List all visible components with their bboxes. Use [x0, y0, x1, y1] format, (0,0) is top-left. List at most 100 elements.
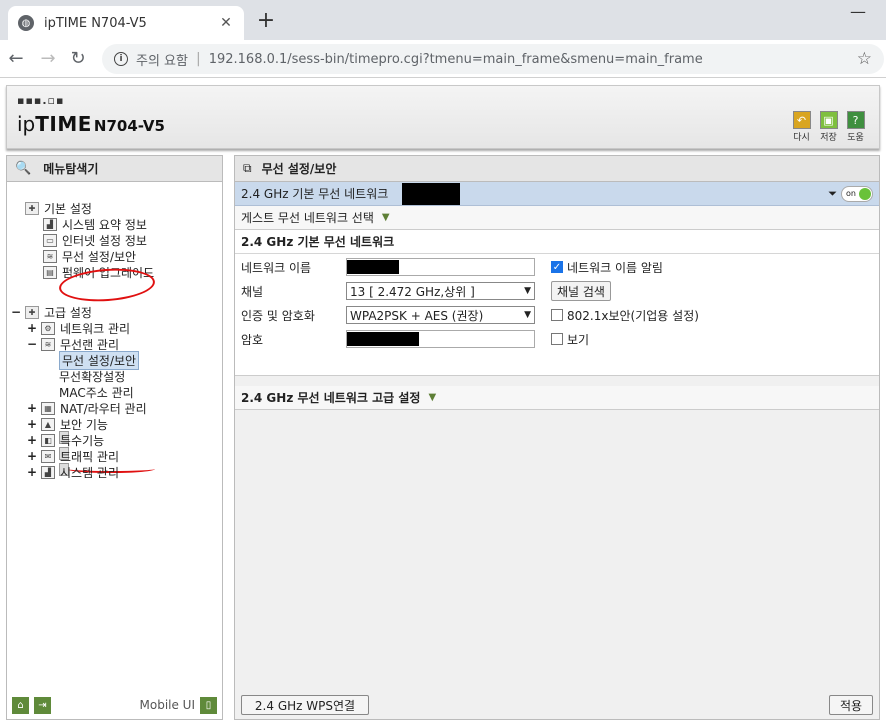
expand-icon[interactable]: + — [27, 433, 37, 447]
omnibox[interactable]: i 주의 요함 | 192.168.0.1/sess-bin/timepro.c… — [102, 44, 884, 74]
expand-icon[interactable]: + — [27, 417, 37, 431]
tree-label: 인터넷 설정 정보 — [62, 233, 147, 248]
channel-search-button[interactable]: 채널 검색 — [551, 281, 611, 301]
security-warning[interactable]: 주의 요함 — [136, 50, 188, 69]
row-auth: 인증 및 암호화 WPA2PSK + AES (권장) ▼ 802.1x보안(기… — [241, 304, 871, 326]
broadcast-checkbox[interactable]: ✓ 네트워크 이름 알림 — [551, 259, 663, 276]
tree-traffic[interactable]: + ✉ 트래픽 관리 — [27, 448, 119, 464]
guest-label: 게스트 무선 네트워크 선택 — [241, 211, 374, 225]
tree-advanced-settings[interactable]: − ✚ 고급 설정 — [11, 304, 92, 320]
network-bar-label: 2.4 GHz 기본 무선 네트워크 — [241, 187, 389, 201]
password-input[interactable] — [346, 330, 535, 348]
expand-icon[interactable]: + — [27, 465, 37, 479]
traffic-icon: ✉ — [41, 449, 55, 463]
undo-label: 다시 — [793, 133, 810, 143]
show-password-checkbox[interactable]: 보기 — [551, 331, 589, 348]
tree-special[interactable]: + ◧ 특수기능 — [27, 432, 104, 448]
collapse-icon[interactable]: − — [11, 305, 21, 319]
expand-triangle-icon[interactable]: ▼ — [382, 212, 390, 223]
channel-select[interactable]: 13 [ 2.472 GHz,상위 ] ▼ — [346, 282, 535, 300]
section-basic-heading: 2.4 GHz 기본 무선 네트워크 — [235, 230, 879, 254]
tree-wireless-extension[interactable]: 무선확장설정 — [59, 368, 125, 460]
firmware-icon: ▤ — [43, 265, 57, 279]
search-icon: 🔍 — [15, 161, 32, 176]
logo-dots: ▪▪▪.▫▪ — [17, 94, 65, 107]
menu-explorer-title: 메뉴탐색기 — [43, 162, 99, 176]
minimize-button[interactable]: — — [850, 2, 866, 21]
sidebar-footer: ⌂ ⇥ Mobile UI ▯ — [7, 691, 222, 719]
guest-network-select[interactable]: 게스트 무선 네트워크 선택 ▼ — [235, 206, 879, 230]
chevron-down-icon: ▼ — [524, 310, 531, 320]
tree-wireless-security[interactable]: 무선 설정/보안 — [59, 350, 140, 444]
new-tab-button[interactable]: + — [255, 8, 277, 33]
advanced-label: 2.4 GHz 무선 네트워크 고급 설정 — [241, 391, 421, 405]
tree-wireless-basic[interactable]: ≋ 무선 설정/보안 — [43, 248, 136, 264]
tree-label: 시스템 요약 정보 — [62, 217, 147, 232]
on-switch[interactable]: on — [841, 185, 873, 202]
tree-label: 기본 설정 — [44, 201, 92, 216]
network-bar[interactable]: 2.4 GHz 기본 무선 네트워크 ⏷ on — [235, 182, 879, 206]
bookmark-star-icon[interactable]: ☆ — [857, 49, 872, 69]
expand-icon[interactable]: + — [27, 449, 37, 463]
info-icon[interactable]: i — [114, 52, 128, 66]
checkbox-unchecked[interactable] — [551, 333, 563, 345]
back-button[interactable]: ← — [6, 48, 26, 69]
mobile-ui-label[interactable]: Mobile UI — [140, 698, 196, 712]
close-icon[interactable]: ✕ — [218, 15, 234, 31]
tree-basic-settings[interactable]: ✚ 기본 설정 — [25, 200, 92, 216]
broadcast-label: 네트워크 이름 알림 — [567, 260, 663, 275]
enterprise-checkbox[interactable]: 802.1x보안(기업용 설정) — [551, 307, 699, 324]
tree-internet-info[interactable]: ▭ 인터넷 설정 정보 — [43, 232, 147, 248]
tree-label: 특수기능 — [60, 433, 105, 448]
tree-nat-router[interactable]: + ▦ NAT/라우터 관리 — [27, 400, 147, 416]
apply-button[interactable]: 적용 — [829, 695, 873, 715]
network-name-input[interactable] — [346, 258, 535, 276]
logout-icon[interactable]: ⇥ — [34, 696, 51, 714]
collapse-icon[interactable]: − — [27, 337, 37, 351]
tree-firmware-upgrade[interactable]: ▤ 펌웨어 업그레이드 — [43, 264, 154, 280]
checkbox-checked[interactable]: ✓ — [551, 261, 563, 273]
wifi-toggle[interactable]: ⏷ on — [828, 185, 873, 202]
advanced-settings-toggle[interactable]: 2.4 GHz 무선 네트워크 고급 설정 ▼ — [235, 386, 879, 410]
browser-tabbar: ◍ ipTIME N704-V5 ✕ + — — [0, 0, 886, 40]
browser-tab[interactable]: ◍ ipTIME N704-V5 ✕ — [8, 6, 244, 40]
forward-button[interactable]: → — [38, 48, 58, 69]
iptime-logo: ipTIME N704-V5 — [17, 112, 165, 136]
undo-button[interactable]: ↶ 다시 — [792, 111, 811, 143]
lock-icon: ▲ — [41, 417, 55, 431]
expand-icon[interactable]: + — [27, 401, 37, 415]
help-button[interactable]: ? 도움 — [846, 111, 865, 143]
main-header: ⧉ 무선 설정/보안 — [235, 156, 879, 182]
network-icon: ⚙ — [41, 321, 55, 335]
folder-icon: ✚ — [25, 201, 39, 215]
tree-system-mgmt[interactable]: + ▟ 시스템 관리 — [27, 464, 119, 480]
mobile-icon[interactable]: ▯ — [200, 696, 217, 714]
url-text[interactable]: 192.168.0.1/sess-bin/timepro.cgi?tmenu=m… — [209, 52, 857, 67]
checkbox-unchecked[interactable] — [551, 309, 563, 321]
row-network-name: 네트워크 이름 ✓ 네트워크 이름 알림 — [241, 256, 871, 278]
undo-icon: ↶ — [792, 111, 811, 129]
tree-mac-mgmt[interactable]: MAC주소 관리 — [59, 384, 134, 476]
save-button[interactable]: ▣ 저장 — [819, 111, 838, 143]
wps-button[interactable]: 2.4 GHz WPS연결 — [241, 695, 369, 715]
router-icon: ▦ — [41, 401, 55, 415]
password-label: 암호 — [241, 332, 264, 347]
refresh-button[interactable]: ↻ — [68, 48, 88, 69]
window-icon: ⧉ — [243, 161, 252, 175]
menu-explorer: 🔍 메뉴탐색기 ✚ 기본 설정 ▟ 시스템 요약 정보 ▭ 인터넷 설정 정보 … — [6, 155, 223, 720]
home-icon[interactable]: ⌂ — [12, 696, 29, 714]
tree-system-summary[interactable]: ▟ 시스템 요약 정보 — [43, 216, 147, 232]
tree-security[interactable]: + ▲ 보안 기능 — [27, 416, 108, 432]
channel-value: 13 [ 2.472 GHz,상위 ] — [350, 284, 475, 299]
network-name-label: 네트워크 이름 — [241, 260, 312, 275]
help-label: 도움 — [847, 133, 864, 143]
router-page: ▪▪▪.▫▪ ipTIME N704-V5 ↶ 다시 ▣ 저장 ? 도움 🔍 메뉴… — [0, 79, 886, 726]
show-label: 보기 — [567, 332, 590, 347]
tree-network-mgmt[interactable]: + ⚙ 네트워크 관리 — [27, 320, 130, 336]
expand-triangle-icon[interactable]: ▼ — [428, 392, 436, 403]
auth-value: WPA2PSK + AES (권장) — [350, 308, 484, 323]
menu-explorer-header: 🔍 메뉴탐색기 — [7, 156, 222, 182]
tree-label: MAC주소 관리 — [59, 385, 134, 400]
auth-select[interactable]: WPA2PSK + AES (권장) ▼ — [346, 306, 535, 324]
expand-icon[interactable]: + — [27, 321, 37, 335]
